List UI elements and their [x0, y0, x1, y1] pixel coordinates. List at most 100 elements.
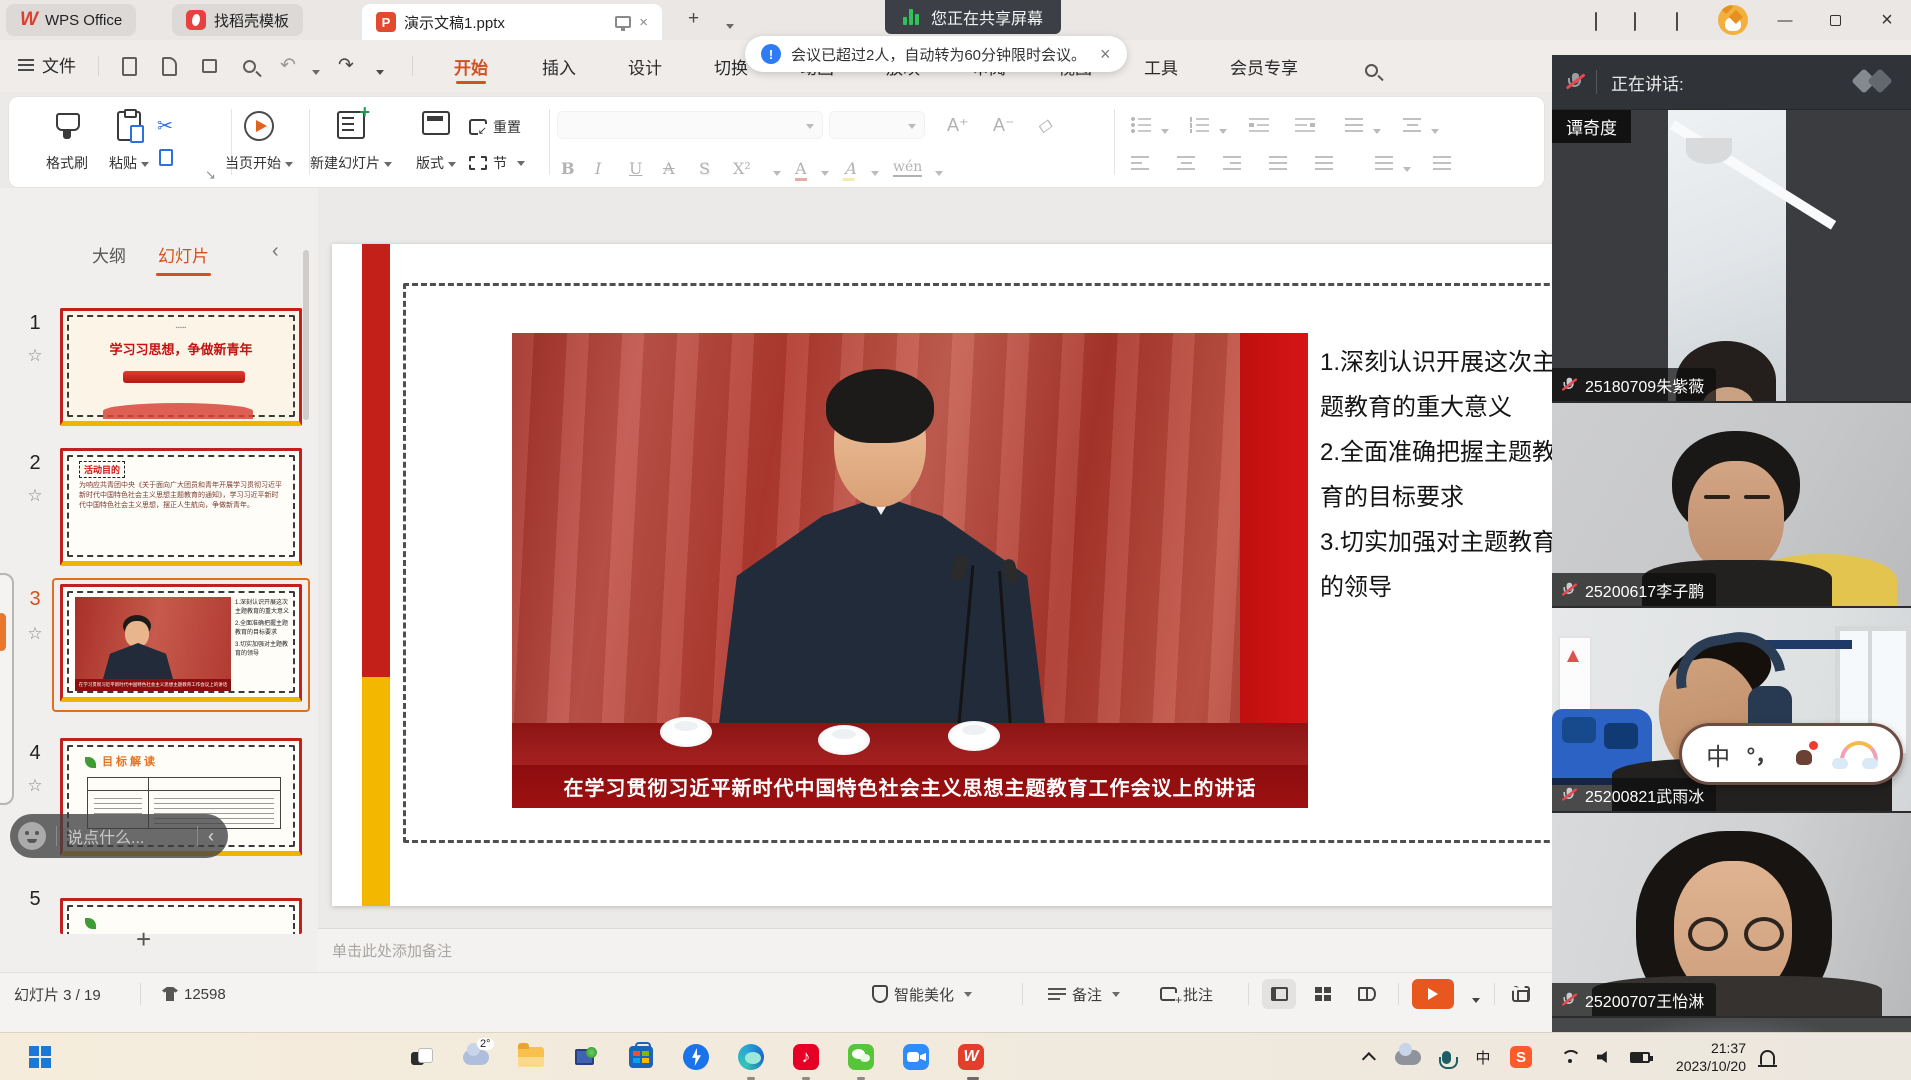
undo-icon[interactable]: ↶ [280, 54, 296, 77]
redo-icon[interactable]: ↷ [338, 54, 354, 77]
slide-sorter-button[interactable] [1306, 979, 1340, 1009]
participant-tile-2[interactable]: 25200617李子鹏 [1552, 403, 1911, 608]
netease-music-button[interactable]: ♪ [790, 1041, 822, 1073]
skin-counter[interactable]: 12598 [162, 982, 226, 1006]
ime-language-indicator[interactable]: 中 [1706, 737, 1730, 772]
print-preview-icon[interactable] [236, 54, 262, 78]
paragraph-settings-icon[interactable] [1433, 155, 1451, 171]
new-tab-button[interactable]: + [688, 8, 699, 30]
cut-button[interactable]: ✂ [157, 115, 173, 138]
user-avatar[interactable] [1718, 5, 1748, 35]
reset-button[interactable]: 重置 [469, 117, 521, 137]
tab-docer[interactable]: 找稻壳模板 [172, 4, 303, 36]
volume-tray-icon[interactable] [1590, 1041, 1618, 1073]
align-distribute-icon[interactable] [1315, 155, 1333, 171]
microphone-tray-icon[interactable] [1432, 1041, 1460, 1073]
notes-button[interactable]: 备注 [1048, 982, 1120, 1006]
weather-widget[interactable]: 2° [460, 1041, 492, 1073]
line-spacing-caret-icon[interactable] [1399, 161, 1411, 179]
font-size-select[interactable] [829, 111, 925, 139]
star-icon[interactable]: ☆ [24, 624, 46, 644]
ime-toolbar[interactable]: 中 °， [1679, 723, 1903, 785]
font-name-select[interactable] [557, 111, 823, 139]
participant-tile-3[interactable]: 中 °， 25200821武雨冰 [1552, 608, 1911, 813]
meeting-chat-bar[interactable]: 说点什么... ‹ [10, 814, 228, 858]
print-icon[interactable] [196, 54, 222, 78]
star-icon[interactable]: ☆ [24, 486, 46, 506]
star-icon[interactable]: ☆ [24, 346, 46, 366]
my-computer-button[interactable] [570, 1041, 602, 1073]
ime-mode-tray[interactable]: 中 [1468, 1041, 1498, 1073]
wps-button[interactable]: W [955, 1041, 987, 1073]
panel-collapse-icon[interactable]: ‹ [272, 240, 279, 263]
highlight-caret-icon[interactable] [867, 165, 879, 183]
add-slide-button[interactable]: + [136, 924, 151, 955]
ime-skin-icon[interactable] [1794, 743, 1818, 765]
text-direction-icon[interactable] [1345, 117, 1363, 133]
wechat-button[interactable] [845, 1041, 877, 1073]
font-color-caret-icon[interactable] [817, 165, 829, 183]
slide-thumbnail-3[interactable]: 在学习贯彻习近平新时代中国特色社会主义思想主题教育工作会议上的讲话 1.深刻认识… [60, 584, 302, 702]
dictionary-icon[interactable] [1634, 13, 1636, 31]
layout-button[interactable]: 版式 [401, 107, 471, 179]
task-view-button[interactable] [405, 1041, 437, 1073]
paste-button[interactable]: 粘贴 [93, 107, 165, 179]
copy-button[interactable] [159, 149, 173, 166]
phonetic-caret-icon[interactable] [931, 165, 943, 183]
clock[interactable]: 21:37 2023/10/20 [1660, 1039, 1746, 1075]
fullscreen-button[interactable] [1504, 979, 1538, 1009]
onedrive-tray-icon[interactable] [1392, 1041, 1424, 1073]
bullet-list-icon[interactable] [1131, 117, 1151, 133]
minimize-button[interactable]: — [1772, 8, 1798, 32]
play-caret-icon[interactable] [1468, 991, 1480, 1008]
share-screen-icon[interactable] [615, 16, 631, 28]
tab-insert[interactable]: 插入 [536, 50, 582, 82]
wifi-tray-icon[interactable] [1556, 1041, 1584, 1073]
file-menu-button[interactable]: 文件 [18, 52, 76, 77]
ime-punctuation-indicator[interactable]: °， [1746, 738, 1777, 770]
reading-view-button[interactable] [1350, 979, 1384, 1009]
new-slide-button[interactable]: 新建幻灯片 [299, 107, 403, 179]
export-icon[interactable] [156, 54, 182, 78]
columns-icon[interactable] [1403, 117, 1421, 133]
tab-design[interactable]: 设计 [622, 50, 668, 82]
slide-canvas[interactable]: 在学习贯彻习近平新时代中国特色社会主义思想主题教育工作会议上的讲话 1.深刻认识… [332, 244, 1652, 906]
slideshow-play-button[interactable] [1412, 979, 1454, 1009]
strikethrough-button[interactable]: A [663, 159, 675, 178]
search-icon[interactable] [1358, 58, 1384, 82]
slide-thumbnail-1[interactable]: ▪▪▪▪▪▪ 学习习思想，争做新青年 [60, 308, 302, 426]
tab-home[interactable]: 开始 [448, 50, 494, 82]
slide-text-box[interactable]: 1.深刻认识开展这次主题教育的重大意义 2.全面准确把握主题教育的目标要求 3.… [1320, 340, 1560, 610]
tab-outline[interactable]: 大纲 [92, 242, 126, 267]
tray-expand-button[interactable] [1358, 1041, 1384, 1073]
tab-close-icon[interactable]: × [639, 14, 648, 31]
increase-font-icon[interactable]: A⁺ [947, 115, 969, 136]
numbered-list-icon[interactable] [1189, 117, 1209, 133]
comment-button[interactable]: 批注 [1160, 982, 1213, 1006]
tab-slides[interactable]: 幻灯片 [158, 242, 209, 267]
align-center-icon[interactable] [1177, 155, 1195, 171]
bold-button[interactable]: B [561, 159, 575, 178]
superscript-caret-icon[interactable] [769, 165, 781, 183]
toolbar-caret-icon[interactable] [372, 64, 384, 82]
increase-indent-icon[interactable] [1295, 117, 1315, 133]
text-direction-caret-icon[interactable] [1369, 123, 1381, 141]
save-icon[interactable] [116, 54, 142, 78]
restore-button[interactable] [1822, 8, 1848, 32]
tab-document[interactable]: P 演示文稿1.pptx × [362, 4, 662, 40]
muted-mic-icon[interactable] [1566, 72, 1584, 92]
file-explorer-button[interactable] [515, 1041, 547, 1073]
tab-list-caret-icon[interactable] [722, 18, 734, 36]
battery-tray-icon[interactable] [1624, 1041, 1656, 1073]
rainbow-weather-icon[interactable] [1834, 741, 1876, 767]
participant-tile-4[interactable]: 25200707王怡淋 [1552, 813, 1911, 1018]
play-from-current-button[interactable]: 当页开始 [209, 107, 309, 179]
close-button[interactable]: × [1874, 8, 1900, 32]
bullet-caret-icon[interactable] [1157, 123, 1169, 141]
participant-tile-1[interactable]: 25180709朱紫薇 [1552, 110, 1911, 403]
tencent-meeting-button[interactable] [900, 1041, 932, 1073]
text-shadow-button[interactable]: S [699, 159, 710, 178]
slide-photo[interactable]: 在学习贯彻习近平新时代中国特色社会主义思想主题教育工作会议上的讲话 [512, 333, 1308, 808]
font-color-button[interactable]: A [795, 159, 807, 181]
chat-collapse-icon[interactable]: ‹ [208, 826, 214, 847]
